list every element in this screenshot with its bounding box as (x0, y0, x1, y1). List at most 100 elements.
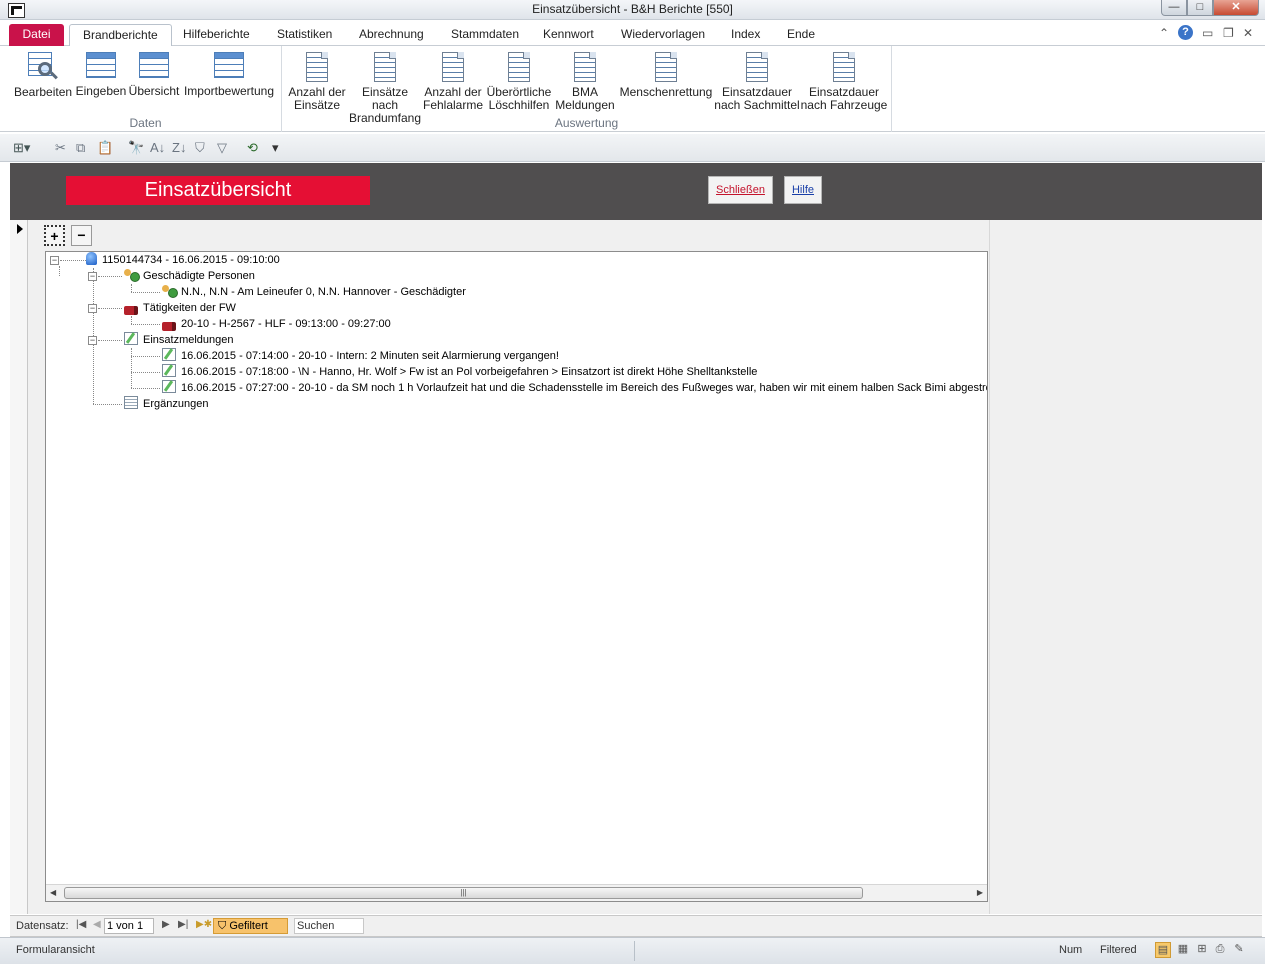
filter-icon: ⛉ (218, 920, 230, 932)
status-divider (634, 941, 635, 961)
group-label-daten: Daten (129, 116, 162, 130)
tab-index[interactable]: Index (718, 24, 773, 46)
record-position-input[interactable]: 1 von 1 (104, 918, 154, 934)
ueberoertliche-loeschhilfen-button[interactable]: Überörtliche Löschhilfen (484, 52, 554, 112)
expand-all-button[interactable]: + (44, 225, 65, 246)
report-icon (655, 52, 677, 82)
cut-icon[interactable]: ✂ (55, 140, 66, 156)
fire-truck-icon (162, 322, 176, 331)
tab-ende[interactable]: Ende (774, 24, 828, 46)
view-switch-icon[interactable]: ⊞▾ (13, 140, 30, 156)
importbewertung-button[interactable]: Importbewertung (182, 52, 276, 98)
ribbon-group-auswertung: Anzahl der Einsätze Einsätze nach Brandu… (282, 46, 892, 132)
close-button[interactable]: Schließen (708, 176, 773, 204)
tree-node-taetigkeiten[interactable]: Tätigkeiten der FW (124, 300, 236, 316)
einsaetze-brandumfang-button[interactable]: Einsätze nach Brandumfang (348, 52, 422, 125)
collapse-toggle-icon[interactable]: − (88, 304, 97, 313)
doc-restore-icon[interactable]: ❐ (1223, 26, 1234, 40)
doc-minimize-icon[interactable]: ▭ (1202, 26, 1213, 40)
current-record-arrow-icon (17, 224, 23, 234)
doc-close-icon[interactable]: ✕ (1243, 26, 1253, 40)
customize-toolbar-icon[interactable]: ▾ (272, 140, 279, 156)
form-view-icon[interactable]: ▤ (1155, 942, 1171, 958)
ribbon-group-daten: Bearbeiten Eingeben Übersicht Importbewe… (10, 46, 282, 132)
scroll-left-arrow-icon[interactable]: ◀ (50, 888, 56, 897)
record-selector[interactable] (10, 220, 28, 914)
tree-node-taetigkeit[interactable]: 20-10 - H-2567 - HLF - 09:13:00 - 09:27:… (162, 316, 391, 332)
next-record-icon[interactable]: ▶ (162, 919, 170, 930)
tab-statistiken[interactable]: Statistiken (264, 24, 345, 46)
form-header: Einsatzübersicht Schließen Hilfe (10, 163, 1262, 220)
close-window-button[interactable]: ✕ (1213, 0, 1259, 16)
collapse-toggle-icon[interactable]: − (88, 272, 97, 281)
einsatzdauer-fahrzeuge-button[interactable]: Einsatzdauer nach Fahrzeuge (800, 52, 888, 112)
tab-datei[interactable]: Datei (9, 24, 64, 46)
table-icon (139, 52, 169, 78)
collapse-toggle-icon[interactable]: − (88, 336, 97, 345)
eingeben-button[interactable]: Eingeben (74, 52, 128, 98)
num-lock-indicator: Num (1059, 944, 1083, 956)
tab-brandberichte[interactable]: Brandberichte (69, 24, 172, 47)
pivot-chart-view-icon[interactable]: ⎙ (1212, 942, 1228, 958)
record-icon (86, 252, 97, 265)
tab-stammdaten[interactable]: Stammdaten (438, 24, 532, 46)
anzahl-einsaetze-button[interactable]: Anzahl der Einsätze (286, 52, 348, 112)
bearbeiten-button[interactable]: Bearbeiten (14, 52, 72, 99)
record-label: Datensatz: (16, 920, 69, 932)
collapse-all-button[interactable]: − (71, 225, 92, 246)
sort-descending-icon[interactable]: Z↓ (172, 140, 186, 155)
paste-icon[interactable]: 📋 (97, 140, 113, 156)
title-bar: Einsatzübersicht - B&H Berichte [550] — … (0, 0, 1265, 20)
filter-toggle-button[interactable]: ⛉ Gefiltert (213, 918, 288, 934)
collapse-toggle-icon[interactable]: − (50, 256, 59, 265)
fire-truck-icon (124, 306, 138, 315)
ribbon-tab-bar: Datei Brandberichte Hilfeberichte Statis… (0, 20, 1265, 47)
sort-ascending-icon[interactable]: A↓ (150, 140, 165, 155)
treeview[interactable]: − − − − 1150144734 - 16.06.2015 - 09:10:… (45, 251, 988, 902)
first-record-icon[interactable]: |◀ (76, 919, 86, 930)
datasheet-view-icon[interactable]: ▦ (1175, 942, 1191, 958)
horizontal-scrollbar[interactable]: ◀ ||| ▶ (46, 884, 987, 901)
tree-node-meldung[interactable]: 16.06.2015 - 07:27:00 - 20-10 - da SM no… (162, 380, 987, 396)
uebersicht-button[interactable]: Übersicht (128, 52, 180, 98)
refresh-icon[interactable]: ⟲ (247, 140, 258, 156)
bma-meldungen-button[interactable]: BMA Meldungen (554, 52, 616, 112)
filtered-indicator: Filtered (1100, 944, 1137, 956)
maximize-button[interactable]: □ (1187, 0, 1213, 16)
tree-node-record[interactable]: 1150144734 - 16.06.2015 - 09:10:00 (86, 252, 280, 268)
find-icon[interactable]: 🔭 (128, 140, 144, 156)
scrollbar-thumb[interactable]: ||| (64, 887, 863, 899)
scroll-right-arrow-icon[interactable]: ▶ (977, 888, 983, 897)
menschenrettung-button[interactable]: Menschenrettung (618, 52, 714, 99)
tree-node-meldung[interactable]: 16.06.2015 - 07:14:00 - 20-10 - Intern: … (162, 348, 559, 364)
tab-kennwort[interactable]: Kennwort (530, 24, 607, 46)
filter-selection-icon[interactable]: ⛉ (195, 140, 205, 156)
design-view-icon[interactable]: ✎ (1231, 942, 1247, 958)
tab-abrechnung[interactable]: Abrechnung (346, 24, 437, 46)
tree-node-einsatzmeldungen[interactable]: Einsatzmeldungen (124, 332, 234, 348)
report-icon (833, 52, 855, 82)
note-edit-icon (162, 364, 176, 377)
minimize-button[interactable]: — (1161, 0, 1187, 16)
report-icon (574, 52, 596, 82)
search-input[interactable]: Suchen (294, 918, 364, 934)
last-record-icon[interactable]: ▶| (178, 919, 188, 930)
tree-node-geschaedigte-personen[interactable]: Geschädigte Personen (124, 268, 255, 284)
previous-record-icon[interactable]: ◀ (93, 919, 101, 930)
tree-node-ergaenzungen[interactable]: Ergänzungen (124, 396, 208, 412)
help-icon[interactable]: ? (1178, 25, 1193, 40)
new-record-icon[interactable]: ▶✱ (196, 919, 212, 930)
note-edit-icon (162, 380, 176, 393)
filter-icon[interactable]: ▽ (217, 140, 227, 156)
tree-node-meldung[interactable]: 16.06.2015 - 07:18:00 - \N - Hanno, Hr. … (162, 364, 757, 380)
group-label-auswertung: Auswertung (554, 116, 619, 130)
tab-hilfeberichte[interactable]: Hilfeberichte (170, 24, 263, 46)
tab-wiedervorlagen[interactable]: Wiedervorlagen (608, 24, 718, 46)
anzahl-fehlalarme-button[interactable]: Anzahl der Fehlalarme (422, 52, 484, 112)
copy-icon[interactable]: ⧉ (76, 140, 85, 156)
einsatzdauer-sachmittel-button[interactable]: Einsatzdauer nach Sachmittel (714, 52, 800, 112)
pivot-table-view-icon[interactable]: ⊞ (1194, 942, 1210, 958)
tree-node-person[interactable]: N.N., N.N - Am Leineufer 0, N.N. Hannove… (162, 284, 466, 300)
ribbon-collapse-icon[interactable]: ⌃ (1159, 26, 1169, 40)
help-button[interactable]: Hilfe (784, 176, 822, 204)
